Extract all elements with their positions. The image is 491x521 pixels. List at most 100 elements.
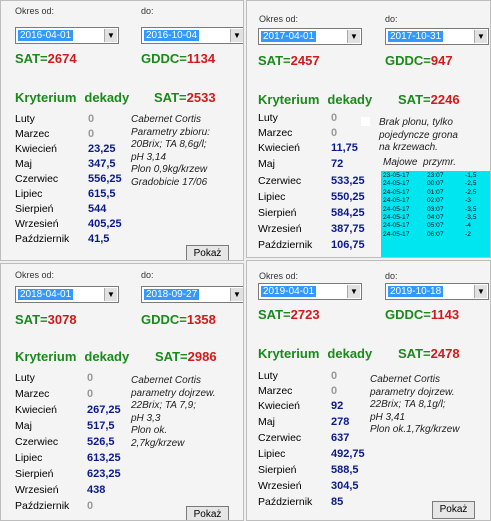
month-value: 23,25: [88, 143, 116, 155]
date-from-picker[interactable]: 2016-04-01 ▼: [15, 27, 119, 44]
frost-row: 24-05-17 06:07 -2: [381, 231, 490, 239]
frost-time: 04:07: [427, 213, 444, 221]
date-to-value: 2016-10-04: [144, 30, 200, 41]
pokaz-button[interactable]: Pokaż: [186, 245, 229, 260]
frost-row: 24-05-17 03:07 -3,5: [381, 206, 490, 214]
frost-row: 24-05-17 01:07 -2,5: [381, 189, 490, 197]
month-value: 72: [331, 158, 344, 170]
month-name: Luty: [258, 112, 278, 124]
chevron-down-icon[interactable]: ▼: [104, 288, 117, 301]
month-name: Luty: [15, 113, 35, 125]
date-from-value: 2019-04-01: [261, 286, 317, 297]
month-value: 92: [331, 400, 344, 412]
month-name: Wrzesień: [258, 480, 302, 492]
pokaz-button[interactable]: Pokaż: [186, 506, 229, 520]
sat2-readout: SAT=2478: [398, 346, 460, 361]
month-name: Październik: [258, 239, 313, 251]
pokaz-button[interactable]: Pokaż: [432, 501, 475, 519]
do-label: do:: [385, 14, 398, 24]
date-to-picker[interactable]: 2019-10-18 ▼: [385, 283, 489, 300]
frost-temp: -2: [465, 230, 471, 238]
dekady-label: dekady: [327, 346, 373, 361]
sat-value: 2457: [290, 53, 320, 68]
frost-time: 00:07: [427, 180, 444, 188]
month-value: 0: [331, 370, 338, 382]
month-value: 492,75: [331, 448, 365, 460]
sat-label: SAT=: [15, 312, 48, 327]
date-to-value: 2019-10-18: [388, 286, 444, 297]
chevron-down-icon[interactable]: ▼: [230, 29, 243, 42]
frost-date: 24-05-17: [383, 222, 410, 230]
gddc-value: 1143: [430, 307, 460, 322]
dekady-label: dekady: [84, 90, 130, 105]
frost-temp: -2,5: [465, 188, 477, 196]
month-value: 387,75: [331, 223, 365, 235]
month-name: Czerwiec: [15, 436, 59, 448]
frost-temp: -2,5: [465, 180, 477, 188]
kryterium-heading: Kryterium dekady: [15, 90, 129, 105]
sat-readout: SAT=3078: [15, 312, 77, 327]
month-name: Kwiecień: [15, 404, 58, 416]
dekady-label: dekady: [84, 349, 130, 364]
date-to-picker[interactable]: 2016-10-04 ▼: [141, 27, 243, 44]
kryterium-label: Kryterium: [258, 92, 320, 107]
date-from-picker[interactable]: 2017-04-01 ▼: [258, 28, 362, 45]
note-text: Cabernet Cortis parametry dojrzew. 22Bri…: [370, 374, 460, 435]
month-value: 623,25: [87, 468, 121, 480]
panel-2018: Okres od: do: 2018-04-01 ▼ 2018-09-27 ▼ …: [0, 263, 244, 521]
panel-2016: Okres od: do: 2016-04-01 ▼ 2016-10-04 ▼ …: [0, 0, 244, 261]
month-name: Marzec: [15, 388, 50, 400]
month-name: Marzec: [258, 385, 293, 397]
month-value: 41,5: [88, 233, 110, 245]
sat2-readout: SAT=2986: [155, 349, 217, 364]
frost-row: 24-05-17 05:07 -4: [381, 222, 490, 230]
month-value: 278: [331, 416, 350, 428]
chevron-down-icon[interactable]: ▼: [347, 30, 360, 43]
sat-label: SAT=: [258, 307, 291, 322]
date-to-value: 2017-10-31: [388, 31, 444, 42]
frost-date: 24-05-17: [383, 230, 410, 238]
chevron-down-icon[interactable]: ▼: [347, 285, 360, 298]
month-value: 584,25: [331, 207, 365, 219]
okres-od-label: Okres od:: [15, 6, 55, 16]
month-name: Lipiec: [15, 452, 43, 464]
frost-temp: -3: [465, 197, 471, 205]
month-name: Luty: [15, 372, 35, 384]
month-name: Wrzesień: [15, 218, 59, 230]
chevron-down-icon[interactable]: ▼: [474, 30, 487, 43]
month-name: Maj: [258, 158, 275, 170]
chevron-down-icon[interactable]: ▼: [230, 288, 243, 301]
note-text: Cabernet Cortis parametry dojrzew. 22Bri…: [131, 375, 216, 449]
frost-time: 01:07: [427, 188, 444, 196]
month-name: Czerwiec: [15, 173, 59, 185]
kryterium-heading: Kryterium dekady: [15, 349, 129, 364]
month-value: 0: [87, 500, 94, 512]
chevron-down-icon[interactable]: ▼: [474, 285, 487, 298]
sat2-value: 2986: [187, 349, 217, 364]
dekady-label: dekady: [327, 92, 373, 107]
frost-temp: -3,5: [465, 213, 477, 221]
chevron-down-icon[interactable]: ▼: [104, 29, 117, 42]
month-name: Czerwiec: [258, 432, 302, 444]
month-name: Marzec: [258, 127, 293, 139]
month-name: Czerwiec: [258, 175, 302, 187]
date-from-picker[interactable]: 2018-04-01 ▼: [15, 286, 119, 303]
frost-time: 23:07: [427, 172, 444, 179]
gddc-label: GDDC=: [385, 53, 431, 68]
month-value: 0: [87, 388, 94, 400]
date-to-picker[interactable]: 2017-10-31 ▼: [385, 28, 489, 45]
panel-2017: Okres od: do: 2017-04-01 ▼ 2017-10-31 ▼ …: [246, 0, 491, 258]
month-value: 11,75: [331, 142, 358, 154]
okres-od-label: Okres od:: [259, 271, 299, 281]
date-from-picker[interactable]: 2019-04-01 ▼: [258, 283, 362, 300]
month-name: Kwiecień: [258, 400, 301, 412]
frost-row: 23-05-17 23:07 -1,5: [381, 172, 490, 180]
month-name: Kwiecień: [15, 143, 58, 155]
gddc-label: GDDC=: [141, 312, 187, 327]
gddc-value: 1358: [186, 312, 216, 327]
blank-box: [361, 117, 370, 126]
month-name: Kwiecień: [258, 142, 301, 154]
month-value: 533,25: [331, 175, 365, 187]
do-label: do:: [141, 6, 154, 16]
date-to-picker[interactable]: 2018-09-27 ▼: [141, 286, 243, 303]
